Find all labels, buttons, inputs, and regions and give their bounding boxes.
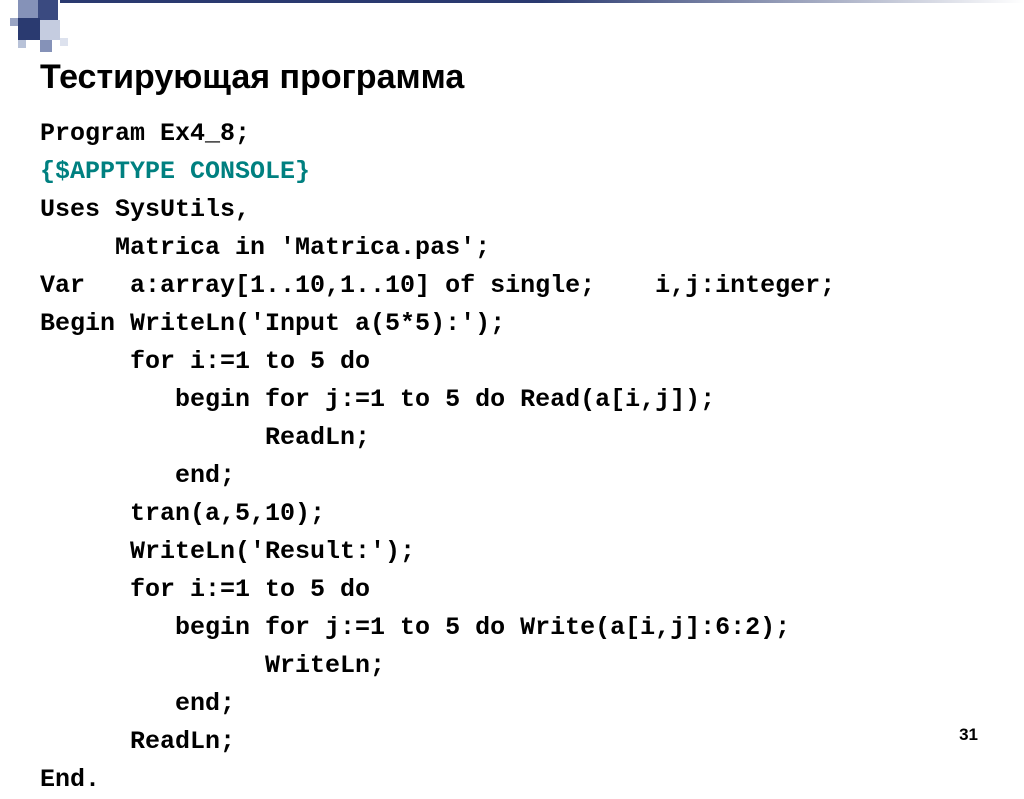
code-line: tran(a,5,10);	[40, 499, 325, 528]
code-line: ReadLn;	[40, 423, 370, 452]
slide-content: Тестирующая программа Program Ex4_8; {$A…	[0, 0, 1024, 799]
top-border-line	[60, 0, 1024, 3]
code-line: Begin WriteLn('Input a(5*5):');	[40, 309, 505, 338]
code-line: WriteLn;	[40, 651, 385, 680]
code-line: WriteLn('Result:');	[40, 537, 415, 566]
page-number: 31	[959, 725, 978, 745]
code-line: for i:=1 to 5 do	[40, 347, 370, 376]
code-line: end;	[40, 689, 235, 718]
code-line: begin for j:=1 to 5 do Write(a[i,j]:6:2)…	[40, 613, 790, 642]
code-line: for i:=1 to 5 do	[40, 575, 370, 604]
code-line: Program Ex4_8;	[40, 119, 250, 148]
code-line: Var a:array[1..10,1..10] of single; i,j:…	[40, 271, 835, 300]
code-block: Program Ex4_8; {$APPTYPE CONSOLE} Uses S…	[40, 115, 984, 799]
code-line-directive: {$APPTYPE CONSOLE}	[40, 157, 310, 186]
code-line: End.	[40, 765, 100, 794]
code-line: end;	[40, 461, 235, 490]
code-line: Matrica in 'Matrica.pas';	[40, 233, 490, 262]
code-line: Uses SysUtils,	[40, 195, 250, 224]
code-line: ReadLn;	[40, 727, 235, 756]
slide-title: Тестирующая программа	[40, 58, 984, 97]
decorative-squares	[0, 0, 120, 60]
code-line: begin for j:=1 to 5 do Read(a[i,j]);	[40, 385, 715, 414]
